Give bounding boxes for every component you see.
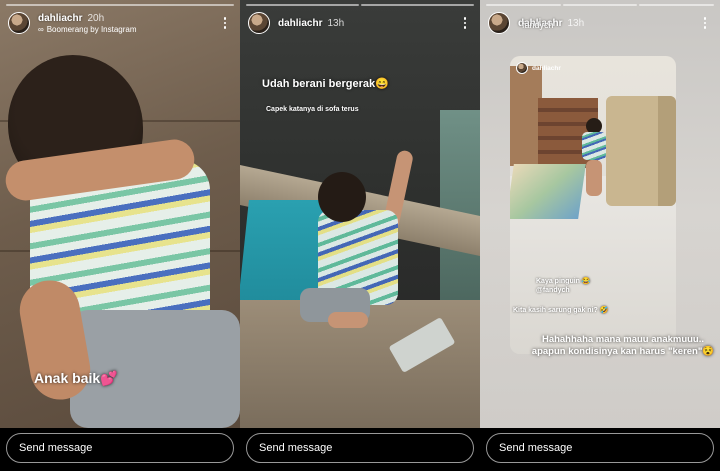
username[interactable]: dahliachr — [38, 13, 82, 24]
avatar[interactable] — [488, 12, 510, 34]
timestamp: 13h — [567, 17, 585, 29]
story-caption-main: Udah berani bergerak😄 — [262, 78, 389, 90]
send-message-input[interactable]: Send message — [486, 433, 714, 463]
story-caption-main: Hahahhaha mana mauu anakmuuu.. apapun ko… — [531, 334, 715, 357]
story-progress-bar — [246, 4, 474, 6]
story-caption: Anak baik💕 — [34, 370, 118, 386]
story-photo-3: dahliachr — [480, 0, 720, 428]
story-header: dahliachr 13h — [248, 10, 472, 36]
inner-avatar — [516, 62, 528, 74]
story-panel-2[interactable]: dahliachr 13h Udah berani bergerak😄 Cape… — [240, 0, 480, 471]
timestamp: 13h — [327, 17, 345, 29]
story-photo-2 — [240, 0, 480, 428]
story-caption-sub: Capek katanya di sofa terus — [266, 106, 359, 113]
more-options-button[interactable] — [698, 14, 712, 32]
story-caption-2: Kita kasih sarung gak ni? 🤣 — [513, 307, 609, 314]
story-progress-bar — [6, 4, 234, 6]
story-caption-1: Kaya pinguin 😂 @fandych — [536, 278, 591, 294]
avatar[interactable] — [8, 12, 30, 34]
send-message-input[interactable]: Send message — [246, 433, 474, 463]
more-vertical-icon — [223, 17, 227, 20]
story-progress-bar — [486, 4, 715, 6]
story-photo-1 — [0, 0, 240, 428]
inner-username: dahliachr — [532, 64, 561, 72]
more-vertical-icon — [703, 17, 707, 20]
avatar[interactable] — [248, 12, 270, 34]
more-options-button[interactable] — [458, 14, 472, 32]
send-message-input[interactable]: Send message — [6, 433, 234, 463]
timestamp: 20h — [87, 12, 105, 24]
more-vertical-icon — [463, 17, 467, 20]
username[interactable]: dahliachr — [278, 18, 322, 29]
infinity-icon: ∞ — [38, 24, 44, 34]
more-options-button[interactable] — [218, 14, 232, 32]
boomerang-label[interactable]: Boomerang by Instagram — [47, 25, 137, 34]
story-panel-3[interactable]: dahliachr dahliachr 13h fandych Kaya pin… — [480, 0, 720, 471]
story-header: dahliachr 20h ∞ Boomerang by Instagram — [8, 10, 232, 36]
mention-tag[interactable]: fandych — [522, 20, 554, 30]
story-panel-1[interactable]: dahliachr 20h ∞ Boomerang by Instagram A… — [0, 0, 240, 471]
